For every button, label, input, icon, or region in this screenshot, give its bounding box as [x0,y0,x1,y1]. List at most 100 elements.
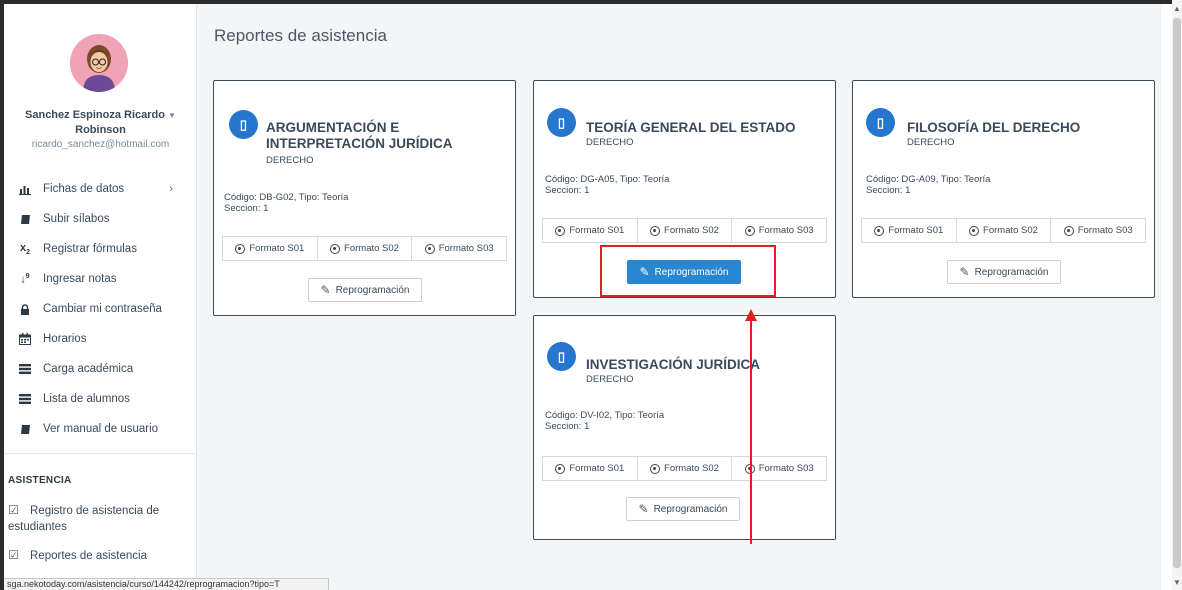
sidebar-item-cambiar-contrasena[interactable]: Cambiar mi contraseña [4,294,197,324]
format-s01-button[interactable]: Formato S01 [862,219,956,242]
headset-icon [1063,225,1074,236]
format-s02-button[interactable]: Formato S02 [955,219,1051,242]
format-bar: Formato S01 Formato S02 Formato S03 [542,456,827,481]
sidebar-item-ingresar-notas[interactable]: ↓9 Ingresar notas [4,264,197,294]
course-title: ARGUMENTACIÓN E INTERPRETACIÓN JURÍDICA [266,120,453,152]
sidebar-item-lista-de-alumnos[interactable]: Lista de alumnos [4,384,197,414]
sidebar-item-fichas-de-datos[interactable]: Fichas de datos › [4,174,197,204]
format-s01-button[interactable]: Formato S01 [223,237,317,260]
pencil-icon: ✎ [638,502,649,516]
scrollbar[interactable]: ▲ ▼ [1172,0,1182,590]
sidebar-item-reportes-asistencia[interactable]: ☑ Reportes de asistencia [8,547,193,564]
scroll-down-icon[interactable]: ▼ [1172,578,1182,587]
sidebar-item-registrar-formulas[interactable]: x2 Registrar fórmulas [4,234,197,264]
sidebar-item-ver-manual[interactable]: Ver manual de usuario [4,414,197,444]
course-title: INVESTIGACIÓN JURÍDICA [586,357,760,373]
format-s03-button[interactable]: Formato S03 [731,219,826,242]
scroll-up-icon[interactable]: ▲ [1172,4,1182,13]
checkbox-icon: ☑ [8,548,19,562]
sidebar-item-label: Horarios [43,333,87,345]
sidebar-item-label: Ver manual de usuario [43,423,159,435]
course-title-line1: ARGUMENTACIÓN E [266,120,400,135]
course-code: Código: DG-A05, Tipo: Teoría [545,174,670,185]
sidebar-item-label: Registro de asistencia de estudiantes [8,505,160,533]
pencil-icon: ✎ [320,283,331,297]
book-icon [17,424,33,435]
sidebar-divider [4,453,197,454]
format-label: Formato S01 [569,463,625,474]
sort-numeric-icon: ↓9 [20,272,30,286]
sidebar-item-label: Cambiar mi contraseña [43,303,162,315]
lock-icon [17,303,33,315]
course-card: ▯ ARGUMENTACIÓN E INTERPRETACIÓN JURÍDIC… [213,80,516,316]
course-section: Seccion: 1 [866,185,911,196]
chevron-right-icon: › [169,183,173,195]
format-s02-button[interactable]: Formato S02 [316,237,412,260]
format-s01-button[interactable]: Formato S01 [543,457,637,480]
button-label: Reprogramación [335,284,410,296]
course-section: Seccion: 1 [545,421,590,432]
user-name-line2: Robinson [75,124,126,136]
sidebar-item-label: Ingresar notas [43,273,117,285]
sidebar: Sanchez Espinoza Ricardo ▼ Robinson rica… [4,4,197,590]
format-s01-button[interactable]: Formato S01 [543,219,637,242]
reprogramacion-button[interactable]: ✎ Reprogramación [308,278,422,302]
headset-icon [874,225,885,236]
course-section: Seccion: 1 [224,203,269,214]
course-info: Código: DG-A09, Tipo: Teoría Seccion: 1 [866,174,990,196]
format-label: Formato S03 [758,463,814,474]
button-label: Reprogramación [653,503,728,515]
reprogramacion-button[interactable]: ✎ Reprogramación [626,497,740,521]
subscript-icon: x2 [19,241,31,257]
user-name-line1: Sanchez Espinoza Ricardo [25,109,165,121]
course-career: DERECHO [586,137,634,148]
course-title: FILOSOFÍA DEL DERECHO [907,120,1080,136]
calendar-icon [17,333,33,345]
format-label: Formato S02 [664,463,719,474]
sidebar-item-horarios[interactable]: Horarios [4,324,197,354]
course-info: Código: DV-I02, Tipo: Teoría Seccion: 1 [545,410,664,432]
course-title: TEORÍA GENERAL DEL ESTADO [586,120,796,136]
user-avatar[interactable] [70,34,128,92]
user-name[interactable]: Sanchez Espinoza Ricardo ▼ Robinson [4,108,197,138]
course-title-line1: FILOSOFÍA DEL DERECHO [907,120,1081,135]
course-card: ▯ INVESTIGACIÓN JURÍDICA DERECHO Código:… [533,315,836,540]
headset-icon [555,463,566,474]
asistencia-menu: ☑ Registro de asistencia de estudiantes ☑… [8,502,193,564]
sidebar-item-carga-academica[interactable]: Carga académica [4,354,197,384]
format-label: Formato S02 [664,225,719,236]
format-label: Formato S03 [1077,225,1133,236]
format-s03-button[interactable]: Formato S03 [1050,219,1145,242]
format-bar: Formato S01 Formato S02 Formato S03 [542,218,827,243]
course-career: DERECHO [907,137,955,148]
scrollbar-thumb[interactable] [1173,18,1181,568]
book-icon: ▯ [866,108,895,137]
pencil-icon: ✎ [959,265,970,279]
main-content: Reportes de asistencia ▯ ARGUMENTACIÓN E… [197,4,1161,590]
course-title-line1: INVESTIGACIÓN JURÍDICA [586,357,761,372]
browser-status-bar: sga.nekotoday.com/asistencia/curso/14424… [4,578,329,590]
sidebar-item-label: Reportes de asistencia [30,550,147,562]
sidebar-item-label: Carga académica [43,363,134,375]
headset-icon [555,225,566,236]
app-window: Sanchez Espinoza Ricardo ▼ Robinson rica… [4,4,1176,590]
sidebar-item-subir-silabos[interactable]: Subir sílabos [4,204,197,234]
sidebar-item-registro-asistencia[interactable]: ☑ Registro de asistencia de estudiantes [8,502,193,535]
list-icon [17,364,33,374]
format-bar: Formato S01 Formato S02 Formato S03 [222,236,507,261]
course-info: Código: DG-A05, Tipo: Teoría Seccion: 1 [545,174,669,196]
bar-chart-icon [17,184,33,195]
format-s02-button[interactable]: Formato S02 [636,457,732,480]
sidebar-item-label: Fichas de datos [43,183,125,195]
reprogramacion-button[interactable]: ✎ Reprogramación [947,260,1061,284]
chevron-down-icon[interactable]: ▼ [168,111,176,120]
format-s02-button[interactable]: Formato S02 [636,219,732,242]
format-s03-button[interactable]: Formato S03 [411,237,506,260]
book-icon: ▯ [547,108,576,137]
course-code: Código: DV-I02, Tipo: Teoría [545,410,665,421]
course-title-line1: TEORÍA GENERAL DEL ESTADO [586,120,796,135]
format-s03-button[interactable]: Formato S03 [731,457,826,480]
sidebar-item-label: Registrar fórmulas [43,243,137,255]
course-code: Código: DG-A09, Tipo: Teoría [866,174,991,185]
book-icon [17,214,33,225]
